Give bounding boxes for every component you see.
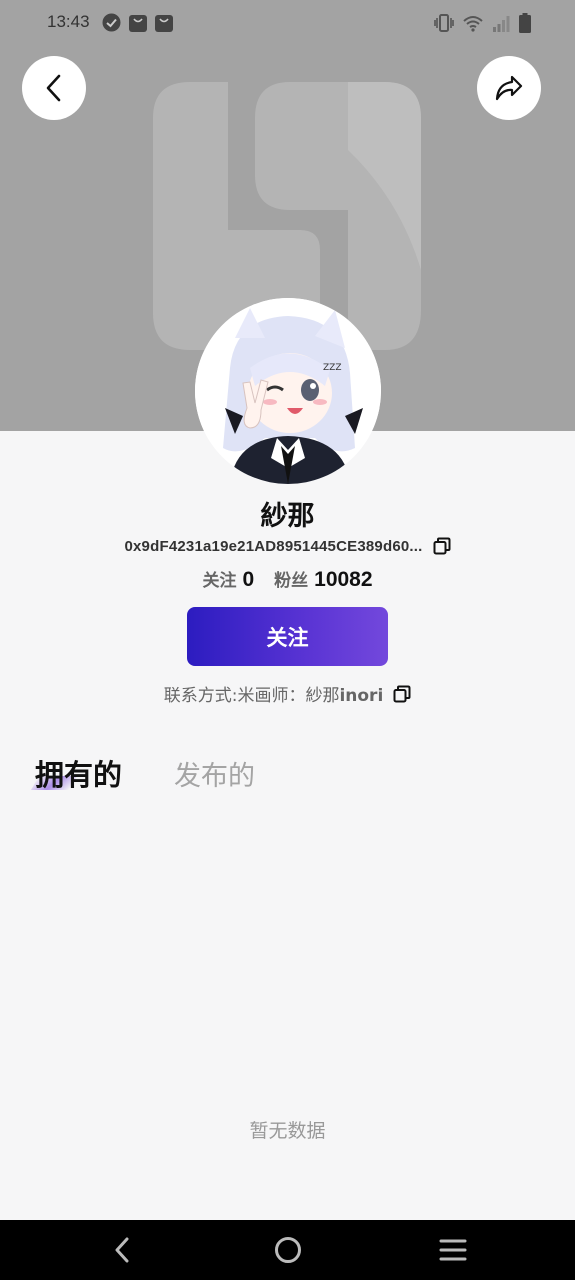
tab-bar: 拥有的 发布的 [35,752,255,794]
followers-count[interactable]: 10082 [314,568,372,592]
following-count[interactable]: 0 [242,568,254,592]
wifi-icon [463,15,483,32]
contact-row: 联系方式:米画师：紗那inori [0,681,575,706]
system-nav-bar [0,1220,575,1280]
back-icon [115,1237,129,1263]
tab-published[interactable]: 发布的 [174,754,255,793]
copy-icon[interactable] [433,537,451,555]
contact-handle: inori [339,686,384,706]
back-button[interactable] [22,56,86,120]
svg-text:ZZZ: ZZZ [323,363,342,373]
followers-label[interactable]: 粉丝 [274,566,308,591]
following-label[interactable]: 关注 [202,566,236,591]
check-circle-icon [102,13,121,32]
status-time: 13:43 [47,12,90,31]
bag-icon [129,15,147,32]
empty-state: 暂无数据 [249,1120,326,1142]
copy-icon[interactable] [393,685,411,703]
share-button[interactable] [477,56,541,120]
contact-prefix: 联系方式:米画师：紗那 [163,686,340,706]
status-bar: 13:43 [0,0,575,48]
bag-icon [155,15,173,32]
nav-back-button[interactable] [82,1220,162,1280]
follow-button[interactable]: 关注 [187,607,388,666]
signal-icon [493,15,510,32]
menu-icon [439,1239,467,1261]
vibrate-icon [434,14,454,32]
tab-owned[interactable]: 拥有的 [35,752,122,794]
stats-row: 关注 0 粉丝 10082 [0,566,575,592]
nav-home-button[interactable] [248,1220,328,1280]
avatar-illustration: ZZZ [195,298,381,484]
wallet-address: 0x9dF4231a19e21AD8951445CE389d60... [124,537,423,555]
profile-name: 紗那 [260,501,315,532]
share-icon [495,75,523,101]
home-icon [275,1237,301,1263]
nav-menu-button[interactable] [413,1220,493,1280]
contact-info: 联系方式:米画师：紗那inori [164,681,384,706]
avatar: ZZZ [195,298,381,484]
battery-icon [519,13,531,33]
address-row: 0x9dF4231a19e21AD8951445CE389d60... [0,537,575,555]
chevron-left-icon [46,74,61,102]
